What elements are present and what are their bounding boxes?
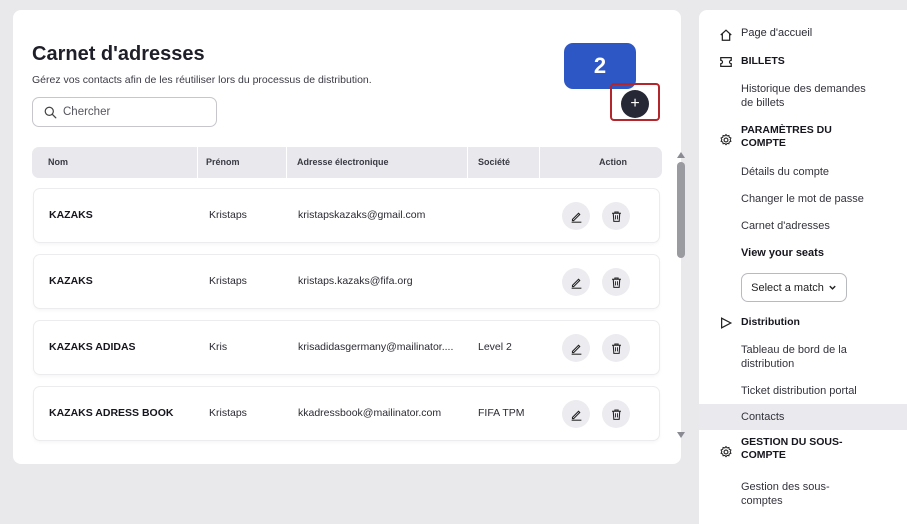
header-separator [286,147,287,178]
gear-icon [720,133,732,146]
cell-societe: Level 2 [478,341,512,353]
search-input[interactable] [63,106,213,118]
scroll-thumb[interactable] [677,162,685,258]
sidebar-item-label: Page d'accueil [741,27,813,39]
sidebar-item-label: Gestion des sous-comptes [741,481,830,507]
header-email[interactable]: Adresse électronique [297,147,389,178]
cell-email: krisadidasgermany@mailinator.... [298,341,454,353]
pencil-icon [571,410,581,421]
cell-email: kristaps.kazaks@fifa.org [298,275,413,287]
gear-icon [720,445,732,458]
cell-email: kristapskazaks@gmail.com [298,209,426,221]
sidebar-item-label: Contacts [741,411,785,423]
pencil-icon [571,212,581,223]
cell-nom: KAZAKS [49,275,93,287]
table-row[interactable]: KAZAKS Kristaps kristapskazaks@gmail.com [34,189,659,242]
page-subtitle: Gérez vos contacts afin de les réutilise… [32,74,372,86]
search-box[interactable] [32,97,217,127]
header-separator [467,147,468,178]
delete-button[interactable] [602,400,630,428]
edit-button[interactable] [562,334,590,362]
pencil-icon [571,278,581,289]
home-icon [720,29,732,41]
sidebar-item-label: Tableau de bord de la distribution [741,344,847,370]
sidebar-item-label: Ticket distribution portal [741,385,857,397]
header-separator [539,147,540,178]
cell-prenom: Kristaps [209,275,247,287]
cell-prenom: Kris [209,341,228,353]
sidebar-item-label: Changer le mot de passe [741,193,864,205]
match-select[interactable]: Select a match [741,273,847,302]
sidebar-item-label: View your seats [741,247,824,259]
cell-societe: FIFA TPM [478,407,525,419]
pencil-icon [571,344,581,355]
header-action: Action [599,157,627,167]
table-row[interactable]: KAZAKS ADRESS BOOK Kristaps kkadressbook… [34,387,659,440]
sidebar-item-label: Détails du compte [741,166,830,178]
table-row[interactable]: KAZAKS ADIDAS Kris krisadidasgermany@mai… [34,321,659,374]
delete-button[interactable] [602,202,630,230]
cell-prenom: Kristaps [209,209,247,221]
trash-icon [611,409,621,420]
edit-button[interactable] [562,400,590,428]
header-societe[interactable]: Société [478,147,510,178]
edit-button[interactable] [562,202,590,230]
sidebar-section-label: BILLETS [741,55,785,67]
header-nom[interactable]: Nom [48,147,68,178]
sidebar-section-label: PARAMÈTRES DU COMPTE [741,124,832,149]
sidebar-item-label: Carnet d'adresses [741,220,830,232]
sidebar-section-label: GESTION DU SOUS-COMPTE [741,436,843,461]
scrollbar[interactable] [675,148,687,448]
edit-button[interactable] [562,268,590,296]
cell-nom: KAZAKS ADIDAS [49,341,136,353]
header-prenom[interactable]: Prénom [206,147,240,178]
page-title: Carnet d'adresses [32,43,205,65]
trash-icon [611,211,621,222]
trash-icon [611,343,621,354]
search-icon [44,106,57,118]
chevron-down-icon [829,285,836,290]
sidebar-section-label: Distribution [741,316,800,328]
sidebar: Page d'accueil BILLETS Historique des de… [699,10,907,524]
table-body[interactable]: KAZAKS Kristaps kristapskazaks@gmail.com… [26,182,671,446]
table-row[interactable]: KAZAKS Kristaps kristaps.kazaks@fifa.org [34,255,659,308]
delete-button[interactable] [602,268,630,296]
delete-button[interactable] [602,334,630,362]
cell-prenom: Kristaps [209,407,247,419]
scroll-up-arrow[interactable] [677,152,685,158]
add-contact-button[interactable]: + [621,90,649,118]
cell-email: kkadressbook@mailinator.com [298,407,442,419]
scroll-down-arrow[interactable] [677,432,685,438]
match-select-value: Select a match [751,281,824,294]
trash-icon [611,277,621,288]
sidebar-item-label: Historique des demandes de billets [741,83,866,109]
header-separator [197,147,198,178]
ticket-icon [720,57,732,67]
play-icon [721,317,733,329]
table-header: Nom Prénom Adresse électronique Société … [32,147,662,178]
cell-nom: KAZAKS ADRESS BOOK [49,407,174,419]
cell-nom: KAZAKS [49,209,93,221]
sidebar-item-contacts-active[interactable]: Contacts [699,404,907,430]
